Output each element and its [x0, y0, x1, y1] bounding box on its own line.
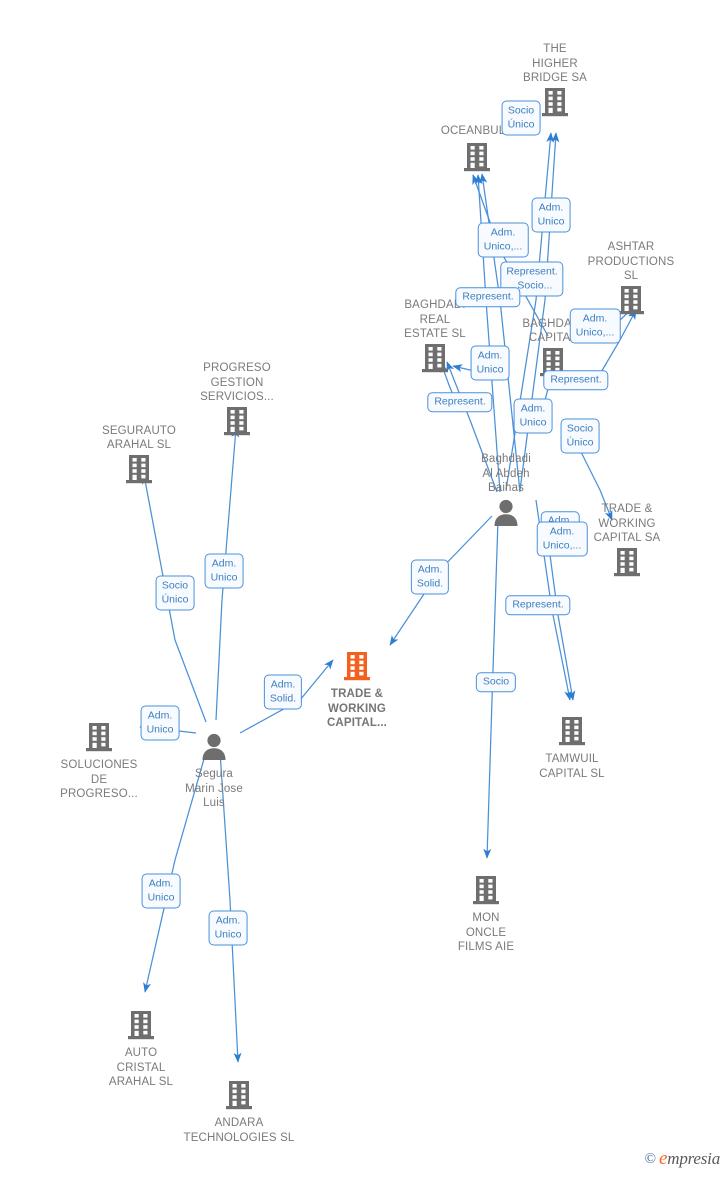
building-icon: [614, 547, 640, 577]
building-icon: [128, 1011, 154, 1040]
graph-node-andara[interactable]: ANDARA TECHNOLOGIES SL: [179, 1080, 299, 1145]
relation-label-r7[interactable]: Adm. Unico: [470, 345, 510, 381]
person-icon: [494, 499, 518, 526]
graph-node-segura-marin[interactable]: Segura Marin Jose Luis: [154, 731, 274, 811]
node-icon-company: [79, 454, 199, 489]
relation-label-r17[interactable]: Adm. Solid.: [263, 674, 303, 710]
relation-label-r19[interactable]: Socio Único: [155, 575, 195, 611]
node-label: ANDARA TECHNOLOGIES SL: [183, 1117, 295, 1144]
relation-label-r2[interactable]: Adm. Unico: [531, 197, 571, 233]
relation-label-r9[interactable]: Represent.: [427, 392, 493, 412]
relation-label-r8[interactable]: Represent.: [543, 370, 609, 390]
node-label: TAMWUIL CAPITAL SL: [539, 753, 605, 780]
edge-layer: [139, 132, 637, 1063]
building-icon: [224, 406, 250, 436]
relation-label-r10[interactable]: Adm. Unico: [513, 398, 553, 434]
relation-label-r1[interactable]: Socio Único: [501, 100, 541, 136]
person-icon: [202, 733, 226, 760]
relation-label-r22[interactable]: Adm. Unico: [208, 910, 248, 946]
node-label: Baghdadi Al Abdeh Baihas: [481, 453, 531, 495]
node-label: MON ONCLE FILMS AIE: [457, 912, 515, 954]
building-icon: [559, 717, 585, 746]
building-icon: [226, 1081, 252, 1110]
building-icon: [473, 876, 499, 905]
relation-label-r11[interactable]: Socio Único: [560, 418, 600, 454]
relation-label-r15[interactable]: Socio: [475, 672, 517, 692]
building-icon: [422, 343, 448, 373]
relation-label-r5[interactable]: Represent.: [455, 287, 521, 307]
node-icon-company: [463, 142, 491, 177]
node-icon-company: [179, 1080, 299, 1115]
node-icon-company: [297, 651, 417, 686]
graph-node-trade-working-main[interactable]: TRADE & WORKING CAPITAL...: [297, 651, 417, 731]
building-icon: [464, 142, 490, 171]
node-label: ASHTAR PRODUCTIONS SL: [587, 241, 675, 283]
graph-node-segurauto[interactable]: SEGURAUTO ARAHAL SL: [79, 424, 199, 489]
node-label: TRADE & WORKING CAPITAL...: [326, 688, 388, 730]
building-icon: [344, 652, 370, 681]
node-label: SEGURAUTO ARAHAL SL: [102, 424, 176, 452]
node-icon-company: [81, 1010, 201, 1045]
building-icon: [542, 87, 568, 117]
node-label: Segura Marin Jose Luis: [185, 768, 243, 810]
graph-node-auto-cristal[interactable]: AUTO CRISTAL ARAHAL SL: [81, 1010, 201, 1090]
relation-label-r21[interactable]: Adm. Unico: [141, 873, 181, 909]
relation-label-r6[interactable]: Adm. Unico,...: [569, 308, 621, 344]
relation-label-r3[interactable]: Adm. Unico,...: [477, 222, 529, 258]
node-icon-company: [512, 716, 632, 751]
relation-label-r13[interactable]: Adm. Unico,...: [536, 521, 588, 557]
node-label: SOLUCIONES DE PROGRESO...: [60, 759, 138, 801]
graph-node-tamwuil[interactable]: TAMWUIL CAPITAL SL: [512, 716, 632, 781]
watermark-empresia: © empresia: [644, 1148, 721, 1170]
relation-label-r16[interactable]: Adm. Solid.: [410, 559, 450, 595]
copyright-icon: ©: [644, 1150, 657, 1167]
relation-label-r18[interactable]: Adm. Unico: [204, 553, 244, 589]
building-icon: [86, 723, 112, 752]
relation-label-r20[interactable]: Adm. Unico: [140, 705, 180, 741]
relation-label-r14[interactable]: Represent.: [505, 595, 571, 615]
building-icon: [618, 285, 644, 315]
node-label: PROGRESO GESTION SERVICIOS...: [200, 362, 274, 404]
node-label: THE HIGHER BRIDGE SA: [523, 43, 587, 85]
brand-name: empresia: [659, 1148, 720, 1170]
node-icon-company: [426, 875, 546, 910]
building-icon: [126, 454, 152, 484]
graph-node-mon-oncle[interactable]: MON ONCLE FILMS AIE: [426, 875, 546, 955]
brand-initial: e: [659, 1148, 668, 1169]
relationship-graph: THE HIGHER BRIDGE SA OCEANBULK ASHTAR PROD…: [0, 0, 728, 1180]
brand-rest: mpresia: [667, 1149, 720, 1168]
